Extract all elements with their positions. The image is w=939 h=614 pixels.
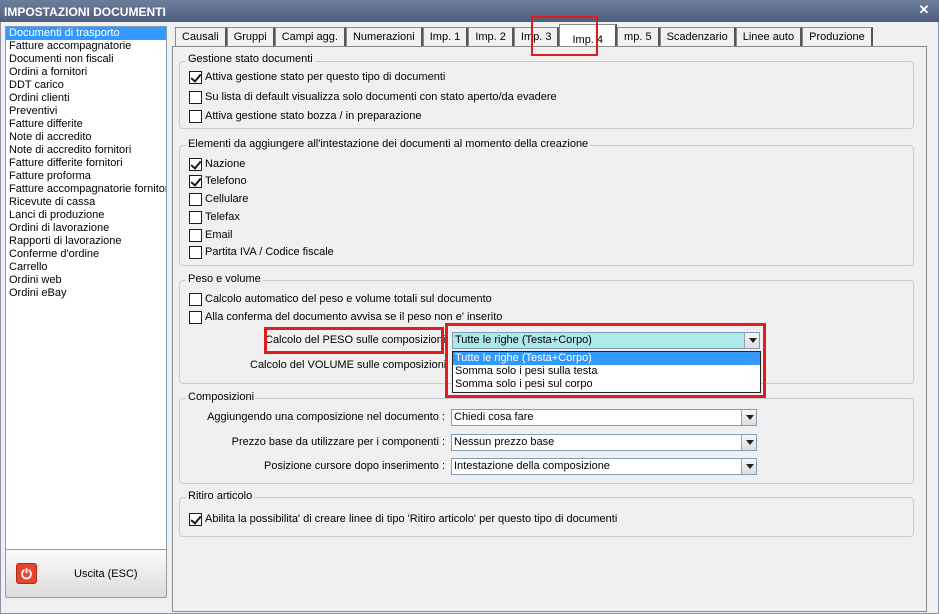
checkbox-label: Calcolo automatico del peso e volume tot… [205, 293, 492, 305]
checkbox-stato-1[interactable]: Su lista di default visualizza solo docu… [189, 90, 557, 104]
document-type-item[interactable]: Rapporti di lavorazione [6, 235, 166, 248]
tab-imp-2[interactable]: Imp. 2 [468, 27, 514, 47]
checkbox-box[interactable] [189, 292, 202, 306]
document-type-item[interactable]: Carrello [6, 261, 166, 274]
checkbox-label: Telefono [205, 175, 247, 187]
checkbox-box[interactable] [189, 109, 202, 123]
composizione-select-value: Intestazione della composizione [454, 460, 610, 472]
checkbox-intestazione-3[interactable]: Telefax [189, 210, 240, 224]
checkbox-label: Email [205, 229, 233, 241]
tab-campi-agg[interactable]: Campi agg. [274, 27, 346, 47]
checkbox-label: Abilita la possibilita' di creare linee … [205, 513, 618, 525]
checkbox-intestazione-5[interactable]: Partita IVA / Codice fiscale [189, 245, 334, 259]
checkbox-stato-0[interactable]: Attiva gestione stato per questo tipo di… [189, 70, 445, 84]
document-type-item[interactable]: Ordini di lavorazione [6, 222, 166, 235]
checkbox-box[interactable] [189, 157, 202, 171]
tab-gruppi[interactable]: Gruppi [226, 27, 275, 47]
document-type-item[interactable]: Fatture differite [6, 118, 166, 131]
document-type-item[interactable]: DDT carico [6, 79, 166, 92]
active-tab-highlight [531, 16, 598, 56]
group-stato-title: Gestione stato documenti [186, 53, 315, 65]
composizione-row-label-1: Prezzo base da utilizzare per i componen… [231, 436, 445, 448]
document-type-item[interactable]: Preventivi [6, 105, 166, 118]
tab-imp-5[interactable]: mp. 5 [617, 27, 660, 47]
tab-numerazioni[interactable]: Numerazioni [345, 27, 423, 47]
exit-button[interactable]: Uscita (ESC) [5, 549, 167, 598]
document-type-list[interactable]: Documenti di trasporto Fatture accompagna… [5, 26, 167, 561]
group-intestazione-title: Elementi da aggiungere all'intestazione … [186, 138, 591, 150]
tab-produzione[interactable]: Produzione [802, 27, 873, 47]
composizione-row-label-2: Posizione cursore dopo inserimento : [264, 460, 445, 472]
checkbox-box[interactable] [189, 245, 202, 259]
checkbox-box[interactable] [189, 310, 202, 324]
document-type-item[interactable]: Conferme d'ordine [6, 248, 166, 261]
volume-label: Calcolo del VOLUME sulle composizioni [250, 359, 447, 371]
document-type-item[interactable]: Fatture differite fornitori [6, 157, 166, 170]
composizione-row-label-0: Aggiungendo una composizione nel documen… [207, 411, 445, 423]
document-type-item[interactable]: Note di accredito fornitori [6, 144, 166, 157]
document-type-item[interactable]: Ordini clienti [6, 92, 166, 105]
tab-strip: Causali Gruppi Campi agg. Numerazioni Imp. 1… [175, 24, 873, 51]
chevron-down-icon[interactable] [741, 435, 756, 450]
document-type-item[interactable]: Fatture accompagnatorie fornitori [6, 183, 166, 196]
window-titlebar: IMPOSTAZIONI DOCUMENTI ✕ [0, 0, 939, 22]
checkbox-intestazione-2[interactable]: Cellulare [189, 192, 248, 206]
close-icon[interactable]: ✕ [917, 3, 931, 17]
group-composizioni-title: Composizioni [186, 391, 257, 403]
chevron-down-icon[interactable] [741, 410, 756, 425]
tab-linee-auto[interactable]: Linee auto [735, 27, 803, 47]
checkbox-box[interactable] [189, 210, 202, 224]
composizione-select-value: Nessun prezzo base [454, 436, 555, 448]
checkbox-box[interactable] [189, 70, 202, 84]
checkbox-box[interactable] [189, 174, 202, 188]
checkbox-box[interactable] [189, 512, 202, 526]
composizione-select-value: Chiedi cosa fare [454, 411, 534, 423]
checkbox-label: Alla conferma del documento avvisa se il… [205, 311, 503, 323]
exit-button-label: Uscita (ESC) [74, 568, 138, 580]
document-type-item[interactable]: Fatture accompagnatorie [6, 40, 166, 53]
checkbox-box[interactable] [189, 228, 202, 242]
checkbox-label: Telefax [205, 211, 240, 223]
tab-imp-1[interactable]: Imp. 1 [422, 27, 469, 47]
checkbox-peso-1[interactable]: Alla conferma del documento avvisa se il… [189, 310, 502, 324]
document-type-item[interactable]: Ordini a fornitori [6, 66, 166, 79]
composizione-select-0[interactable]: Chiedi cosa fare [451, 409, 757, 426]
document-type-item[interactable]: Documenti non fiscali [6, 53, 166, 66]
checkbox-intestazione-1[interactable]: Telefono [189, 174, 247, 188]
document-type-item[interactable]: Ricevute di cassa [6, 196, 166, 209]
checkbox-ritiro[interactable]: Abilita la possibilita' di creare linee … [189, 512, 617, 526]
checkbox-label: Attiva gestione stato per questo tipo di… [205, 71, 446, 83]
tab-causali[interactable]: Causali [175, 27, 227, 47]
peso-label-highlight [264, 327, 444, 354]
checkbox-intestazione-4[interactable]: Email [189, 228, 233, 242]
document-type-item[interactable]: Fatture proforma [6, 170, 166, 183]
checkbox-peso-0[interactable]: Calcolo automatico del peso e volume tot… [189, 292, 492, 306]
document-type-item[interactable]: Note di accredito [6, 131, 166, 144]
checkbox-intestazione-0[interactable]: Nazione [189, 157, 245, 171]
checkbox-box[interactable] [189, 90, 202, 104]
document-type-item[interactable]: Documenti di trasporto [6, 27, 166, 40]
checkbox-label: Nazione [205, 158, 246, 170]
power-icon [16, 563, 37, 584]
tab-scadenzario[interactable]: Scadenzario [659, 27, 736, 47]
checkbox-label: Attiva gestione stato bozza / in prepara… [205, 110, 422, 122]
group-ritiro-title: Ritiro articolo [186, 490, 255, 502]
composizione-select-2[interactable]: Intestazione della composizione [451, 458, 757, 475]
document-type-item[interactable]: Ordini web [6, 274, 166, 287]
checkbox-box[interactable] [189, 192, 202, 206]
checkbox-label: Cellulare [205, 193, 249, 205]
dropdown-highlight [445, 323, 766, 398]
checkbox-label: Su lista di default visualizza solo docu… [205, 91, 557, 103]
chevron-down-icon[interactable] [741, 459, 756, 474]
checkbox-stato-2[interactable]: Attiva gestione stato bozza / in prepara… [189, 109, 421, 123]
group-peso-title: Peso e volume [186, 273, 263, 285]
window-title: IMPOSTAZIONI DOCUMENTI [4, 5, 166, 19]
checkbox-label: Partita IVA / Codice fiscale [205, 246, 334, 258]
composizione-select-1[interactable]: Nessun prezzo base [451, 434, 757, 451]
document-type-item[interactable]: Ordini eBay [6, 287, 166, 300]
document-type-item[interactable]: Lanci di produzione [6, 209, 166, 222]
